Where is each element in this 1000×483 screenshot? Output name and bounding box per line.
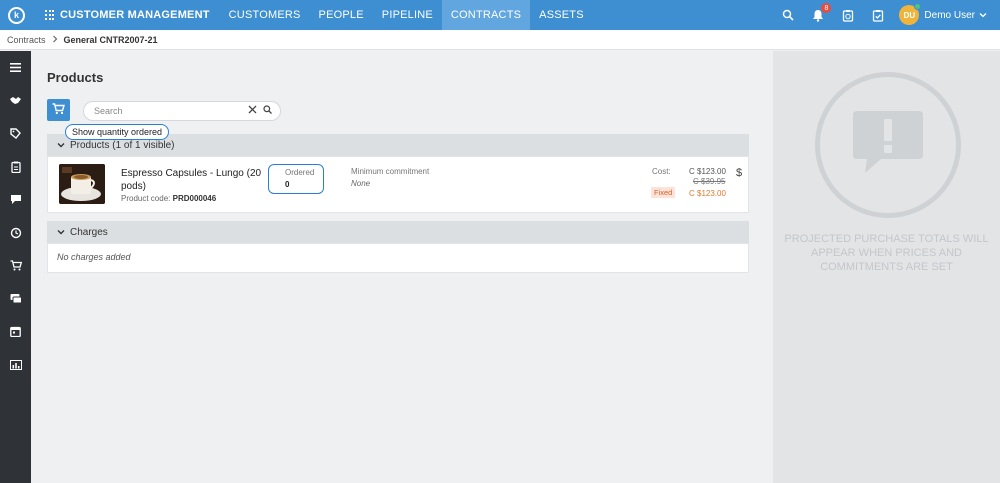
nav-people[interactable]: PEOPLE bbox=[310, 0, 373, 30]
product-image bbox=[59, 164, 105, 204]
ordered-quantity-field[interactable]: Ordered 0 bbox=[268, 164, 324, 194]
sidebar bbox=[0, 51, 31, 483]
clipboard-icon[interactable] bbox=[0, 150, 31, 183]
chevron-down-icon[interactable] bbox=[57, 228, 65, 237]
search-icon[interactable] bbox=[263, 105, 272, 117]
search-input[interactable] bbox=[94, 106, 244, 116]
breadcrumb-current: General CNTR2007-21 bbox=[63, 34, 158, 45]
nav-contracts[interactable]: CONTRACTS bbox=[441, 0, 531, 30]
clipboard-clock-icon[interactable] bbox=[839, 6, 857, 24]
charges-section-title: Charges bbox=[70, 226, 108, 238]
add-product-button[interactable] bbox=[47, 99, 70, 121]
dollar-icon[interactable]: $ bbox=[736, 167, 742, 179]
fixed-badge: Fixed bbox=[651, 187, 676, 198]
charges-list: No charges added bbox=[47, 243, 749, 273]
cards-icon[interactable] bbox=[0, 282, 31, 315]
chat-icon[interactable] bbox=[0, 183, 31, 216]
avatar[interactable]: DU bbox=[899, 3, 922, 25]
nav-assets[interactable]: ASSETS bbox=[530, 0, 593, 30]
product-row: Espresso Capsules - Lungo (20 pods) Prod… bbox=[47, 156, 749, 213]
tag-icon[interactable] bbox=[0, 117, 31, 150]
chevron-down-icon[interactable] bbox=[979, 10, 987, 20]
app-name: CUSTOMER MANAGEMENT bbox=[60, 9, 210, 21]
chevron-right-icon bbox=[52, 35, 58, 45]
product-name[interactable]: Espresso Capsules - Lungo (20 pods) bbox=[121, 167, 271, 193]
alert-chat-icon bbox=[853, 111, 923, 173]
app-logo[interactable]: k bbox=[8, 6, 25, 24]
alert-circle bbox=[815, 72, 961, 218]
clear-icon[interactable] bbox=[248, 105, 257, 117]
product-code: Product code: PRD000046 bbox=[121, 194, 217, 203]
user-name[interactable]: Demo User bbox=[924, 10, 975, 21]
app-switcher[interactable]: CUSTOMER MANAGEMENT bbox=[45, 9, 210, 21]
minimum-commitment-label: Minimum commitment bbox=[351, 167, 430, 176]
page-title: Products bbox=[47, 70, 104, 85]
ordered-label: Ordered bbox=[285, 168, 315, 177]
search-icon[interactable] bbox=[779, 6, 797, 24]
ordered-value: 0 bbox=[285, 180, 290, 189]
main-content: Products Show quantity ordered Products … bbox=[31, 51, 773, 483]
grid-icon bbox=[45, 10, 55, 20]
projected-totals-message: PROJECTED PURCHASE TOTALS WILL APPEAR WH… bbox=[784, 233, 989, 273]
chevron-down-icon[interactable] bbox=[57, 141, 65, 150]
price-current: C $123.00 bbox=[689, 167, 726, 176]
calendar-icon[interactable] bbox=[0, 315, 31, 348]
handshake-icon[interactable] bbox=[0, 84, 31, 117]
menu-icon[interactable] bbox=[0, 51, 31, 84]
price-old: C $39.95 bbox=[693, 177, 726, 186]
nav-pipeline[interactable]: PIPELINE bbox=[373, 0, 442, 30]
history-icon[interactable] bbox=[0, 216, 31, 249]
breadcrumb: Contracts General CNTR2007-21 bbox=[0, 30, 1000, 50]
search-box bbox=[83, 101, 281, 121]
clipboard-check-icon[interactable] bbox=[869, 6, 887, 24]
cart-icon bbox=[52, 102, 65, 118]
no-charges-message: No charges added bbox=[57, 252, 131, 262]
tooltip-show-quantity: Show quantity ordered bbox=[65, 124, 170, 140]
minimum-commitment-value: None bbox=[351, 179, 371, 188]
nav-customers[interactable]: CUSTOMERS bbox=[220, 0, 310, 30]
notification-badge: 8 bbox=[821, 3, 832, 13]
online-status-dot bbox=[914, 3, 922, 10]
bell-icon[interactable]: 8 bbox=[809, 3, 832, 24]
breadcrumb-contracts[interactable]: Contracts bbox=[7, 35, 46, 45]
cost-label: Cost: bbox=[652, 167, 671, 176]
charges-section-header[interactable]: Charges bbox=[47, 221, 749, 243]
projected-totals-panel: PROJECTED PURCHASE TOTALS WILL APPEAR WH… bbox=[773, 51, 1000, 483]
top-navigation-bar: k CUSTOMER MANAGEMENT CUSTOMERS PEOPLE P… bbox=[0, 0, 1000, 30]
chart-icon[interactable] bbox=[0, 348, 31, 381]
price-fixed: C $123.00 bbox=[689, 189, 726, 198]
cart-icon[interactable] bbox=[0, 249, 31, 282]
products-section-title: Products (1 of 1 visible) bbox=[70, 139, 175, 151]
